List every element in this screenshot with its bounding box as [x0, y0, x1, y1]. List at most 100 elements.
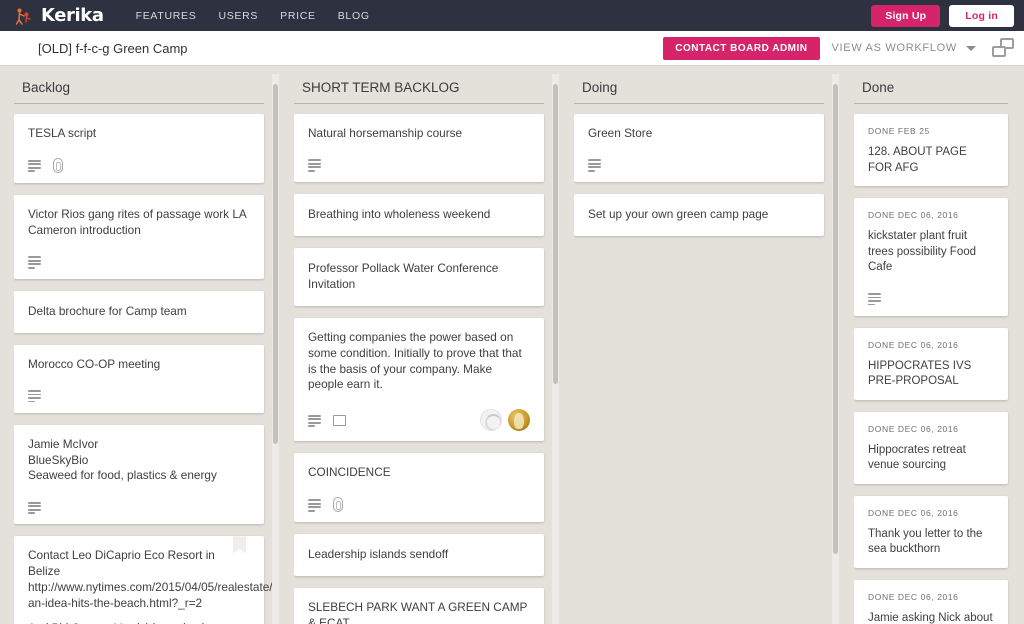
nav-right-actions: Sign Up Log in	[871, 4, 1014, 27]
column-title: Doing	[582, 80, 618, 95]
comment-icon[interactable]	[333, 414, 346, 426]
column-header: SHORT TERM BACKLOG	[294, 66, 544, 104]
card-done-date: DONE DEC 06, 2016	[868, 591, 959, 602]
view-as-workflow-dropdown[interactable]: VIEW AS WORKFLOW	[831, 42, 976, 54]
card-icon-row	[308, 158, 530, 172]
kerika-people-logo-icon	[14, 6, 34, 26]
card-title: Thank you letter to the sea buckthorn	[868, 527, 983, 556]
board-card[interactable]: Green Store	[574, 114, 824, 182]
card-icon-row	[308, 497, 530, 513]
board-card[interactable]: DONE DEC 06, 2016 Hippocrates retreat ven…	[854, 411, 1008, 484]
column-scrollbar[interactable]	[552, 74, 559, 624]
column-card-list: Green Store Set up your own green camp pa…	[574, 104, 834, 624]
board-card[interactable]: Getting companies the power based on som…	[294, 317, 544, 442]
board-card[interactable]: Victor Rios gang rites of passage work L…	[14, 194, 264, 279]
board-card[interactable]: SLEBECH PARK WANT A GREEN CAMP & ECAT(Ju…	[294, 588, 544, 624]
boards-chat-icon[interactable]	[992, 38, 1014, 58]
column-title: Backlog	[22, 80, 71, 95]
contact-board-admin-button[interactable]: CONTACT BOARD ADMIN	[663, 36, 820, 60]
card-title: kickstater plant fruit trees possibility…	[868, 230, 977, 274]
card-title: Jamie McIvor BlueSkyBio Seaweed for food…	[28, 436, 217, 483]
board-card[interactable]: DONE DEC 06, 2016 Thank you letter to the…	[854, 495, 1008, 568]
chevron-down-icon	[966, 45, 976, 51]
column-scrollbar[interactable]	[832, 74, 839, 624]
column-title: Done	[862, 80, 895, 95]
board-column: SHORT TERM BACKLOG Natural horsemanship c…	[280, 66, 560, 624]
board-card[interactable]: Contact Leo DiCaprio Eco Resort in Beliz…	[14, 536, 273, 624]
column-scrollbar[interactable]	[272, 74, 279, 624]
column-title: SHORT TERM BACKLOG	[302, 80, 460, 95]
description-icon[interactable]	[28, 159, 41, 173]
board-card[interactable]: Morocco CO-OP meeting	[14, 344, 264, 413]
card-title: Natural horsemanship course	[308, 126, 463, 140]
column-header: Done	[854, 66, 1008, 104]
board-card[interactable]: Professor Pollack Water Conference Invit…	[294, 247, 544, 306]
card-done-date: DONE DEC 06, 2016	[868, 210, 959, 221]
card-icon-row	[28, 389, 250, 403]
card-icon-row	[308, 409, 530, 432]
card-done-date: DONE DEC 06, 2016	[868, 507, 959, 518]
board-card[interactable]: Leadership islands sendoff	[294, 534, 544, 577]
nav-link-price[interactable]: PRICE	[280, 10, 316, 22]
card-title: Leadership islands sendoff	[308, 547, 449, 562]
description-icon[interactable]	[28, 501, 41, 515]
board-card[interactable]: Set up your own green camp page	[574, 193, 824, 236]
board-card[interactable]: DONE DEC 06, 2016 Jamie asking Nick about…	[854, 579, 1008, 624]
board-card[interactable]: Delta brochure for Camp team	[14, 290, 264, 333]
description-icon[interactable]	[308, 159, 321, 172]
card-avatars	[480, 409, 530, 432]
card-title: Morocco CO-OP meeting	[28, 356, 161, 371]
card-done-date: DONE DEC 06, 2016	[868, 423, 959, 434]
column-scroll-thumb[interactable]	[273, 84, 278, 444]
attachment-icon[interactable]	[333, 497, 343, 513]
card-icon-row	[28, 157, 250, 173]
board-card[interactable]: COINCIDENCE	[294, 453, 544, 523]
top-navigation-bar: Kerika FEATURES USERS PRICE BLOG Sign Up…	[0, 0, 1024, 31]
sign-up-button[interactable]: Sign Up	[871, 4, 941, 27]
card-title: TESLA script	[28, 126, 97, 140]
board-card[interactable]: DONE DEC 06, 2016 HIPPOCRATES IVS PRE-PRO…	[854, 327, 1008, 400]
description-icon[interactable]	[28, 256, 41, 269]
card-title: 128. ABOUT PAGE FOR AFG	[868, 146, 967, 174]
brand-logo[interactable]: Kerika	[14, 5, 104, 26]
brand-name: Kerika	[41, 5, 104, 26]
chat-bubble-front	[992, 46, 1006, 57]
avatar[interactable]	[508, 409, 530, 432]
column-header: Backlog	[14, 66, 264, 104]
nav-link-blog[interactable]: BLOG	[338, 10, 370, 22]
card-icon-row	[868, 292, 994, 306]
board-toolbar: [OLD] f-f-c-g Green Camp CONTACT BOARD A…	[0, 31, 1024, 66]
attachment-icon[interactable]	[53, 157, 63, 173]
board-card[interactable]: Jamie McIvor BlueSkyBio Seaweed for food…	[14, 424, 264, 525]
board-card[interactable]: Breathing into wholeness weekend	[294, 193, 544, 236]
card-title: SLEBECH PARK WANT A GREEN CAMP & ECAT	[308, 600, 528, 624]
card-title: COINCIDENCE	[308, 465, 391, 480]
description-icon[interactable]	[868, 293, 881, 306]
card-title: Set up your own green camp page	[588, 206, 769, 221]
log-in-button[interactable]: Log in	[949, 4, 1014, 27]
view-mode-label: VIEW AS WORKFLOW	[831, 42, 957, 54]
column-card-list: Natural horsemanship course Breathing int…	[294, 104, 554, 624]
kanban-board: Backlog TESLA script Victor Rios gang rite…	[0, 66, 1024, 624]
card-done-date: DONE DEC 06, 2016	[868, 339, 959, 350]
nav-link-features[interactable]: FEATURES	[136, 10, 197, 22]
board-card[interactable]: Natural horsemanship course	[294, 114, 544, 182]
nav-link-users[interactable]: USERS	[218, 10, 258, 22]
description-icon[interactable]	[588, 159, 601, 172]
column-scroll-thumb[interactable]	[553, 84, 558, 384]
board-card[interactable]: TESLA script	[14, 114, 264, 183]
board-card[interactable]: DONE FEB 25 128. ABOUT PAGE FOR AFG	[854, 114, 1008, 187]
card-title: Victor Rios gang rites of passage work L…	[28, 206, 247, 237]
description-icon[interactable]	[308, 499, 321, 512]
card-icon-row	[588, 158, 810, 172]
card-title: Hippocrates retreat venue sourcing	[868, 443, 966, 472]
description-icon[interactable]	[28, 390, 41, 403]
card-title: Contact Leo DiCaprio Eco Resort in Beliz…	[28, 548, 273, 611]
column-scroll-thumb[interactable]	[833, 84, 838, 554]
card-icon-row	[28, 500, 250, 515]
column-card-list: TESLA script Victor Rios gang rites of pa…	[14, 104, 274, 624]
card-title: HIPPOCRATES IVS PRE-PROPOSAL	[868, 359, 972, 388]
description-icon[interactable]	[308, 414, 321, 428]
avatar[interactable]	[480, 409, 502, 432]
board-card[interactable]: DONE DEC 06, 2016 kickstater plant fruit …	[854, 198, 1008, 316]
